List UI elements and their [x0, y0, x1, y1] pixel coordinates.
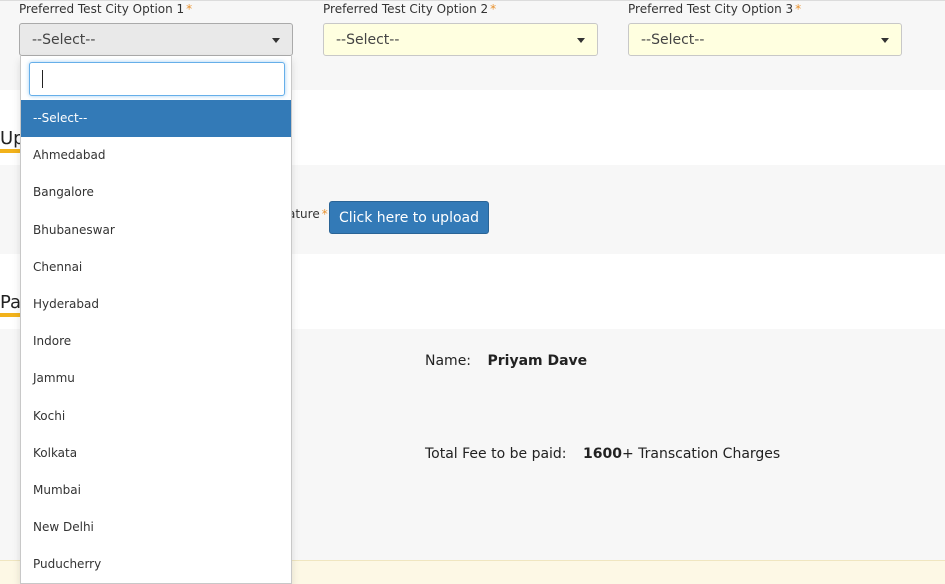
- dropdown-option[interactable]: Kolkata: [21, 435, 291, 472]
- city-option-2-label: Preferred Test City Option 2 *: [323, 2, 496, 16]
- dropdown-option[interactable]: Indore: [21, 323, 291, 360]
- name-row: Name: Priyam Dave: [425, 353, 587, 369]
- signature-label: ature *: [288, 207, 328, 221]
- city-option-2-select[interactable]: --Select--: [323, 23, 598, 56]
- fee-row: Total Fee to be paid: 1600+ Transcation …: [425, 446, 780, 462]
- city-option-3-select[interactable]: --Select--: [628, 23, 902, 56]
- city-option-1-value: --Select--: [32, 32, 96, 48]
- fee-amount: 1600: [582, 446, 622, 462]
- dropdown-option[interactable]: Kochi: [21, 398, 291, 435]
- payment-section-heading: Pa: [0, 292, 22, 313]
- signature-label-text: ature: [288, 207, 320, 221]
- upload-signature-button[interactable]: Click here to upload: [329, 201, 489, 234]
- dropdown-option[interactable]: Chennai: [21, 249, 291, 286]
- chevron-down-icon: [577, 38, 585, 43]
- dropdown-option[interactable]: Hyderabad: [21, 286, 291, 323]
- city-option-2-label-text: Preferred Test City Option 2: [323, 2, 489, 16]
- dropdown-option[interactable]: Bangalore: [21, 174, 291, 211]
- city-option-2-value: --Select--: [336, 32, 400, 48]
- city-option-3-label-text: Preferred Test City Option 3: [628, 2, 794, 16]
- fee-suffix: + Transcation Charges: [621, 446, 781, 462]
- dropdown-option[interactable]: Puducherry: [21, 546, 291, 583]
- city-option-3-label: Preferred Test City Option 3 *: [628, 2, 801, 16]
- upload-heading-underline: [0, 149, 20, 153]
- city-option-1-label-text: Preferred Test City Option 1: [19, 2, 185, 16]
- dropdown-option[interactable]: New Delhi: [21, 509, 291, 546]
- dropdown-option[interactable]: Mumbai: [21, 472, 291, 509]
- name-value: Priyam Dave: [487, 353, 588, 369]
- fee-label: Total Fee to be paid:: [425, 446, 567, 462]
- payment-heading-underline: [0, 313, 20, 317]
- text-cursor: [42, 70, 43, 88]
- dropdown-option[interactable]: Jammu: [21, 360, 291, 397]
- dropdown-option-list: --Select-- Ahmedabad Bangalore Bhubaneswar C…: [21, 100, 291, 583]
- dropdown-option[interactable]: --Select--: [21, 100, 291, 138]
- top-divider: [0, 0, 945, 1]
- required-marker: *: [795, 2, 802, 16]
- chevron-down-icon: [272, 38, 280, 43]
- dropdown-option[interactable]: Bhubaneswar: [21, 212, 291, 249]
- required-marker: *: [321, 207, 328, 221]
- dropdown-option[interactable]: Ahmedabad: [21, 137, 291, 174]
- required-marker: *: [186, 2, 193, 16]
- required-marker: *: [490, 2, 497, 16]
- city-option-1-label: Preferred Test City Option 1 *: [19, 2, 192, 16]
- city-option-1-select[interactable]: --Select--: [19, 23, 293, 56]
- city-option-3-value: --Select--: [641, 32, 705, 48]
- dropdown-search-input[interactable]: [29, 62, 285, 96]
- chevron-down-icon: [881, 38, 889, 43]
- city-option-1-dropdown: --Select-- Ahmedabad Bangalore Bhubaneswar C…: [20, 56, 292, 584]
- name-label: Name:: [425, 353, 472, 369]
